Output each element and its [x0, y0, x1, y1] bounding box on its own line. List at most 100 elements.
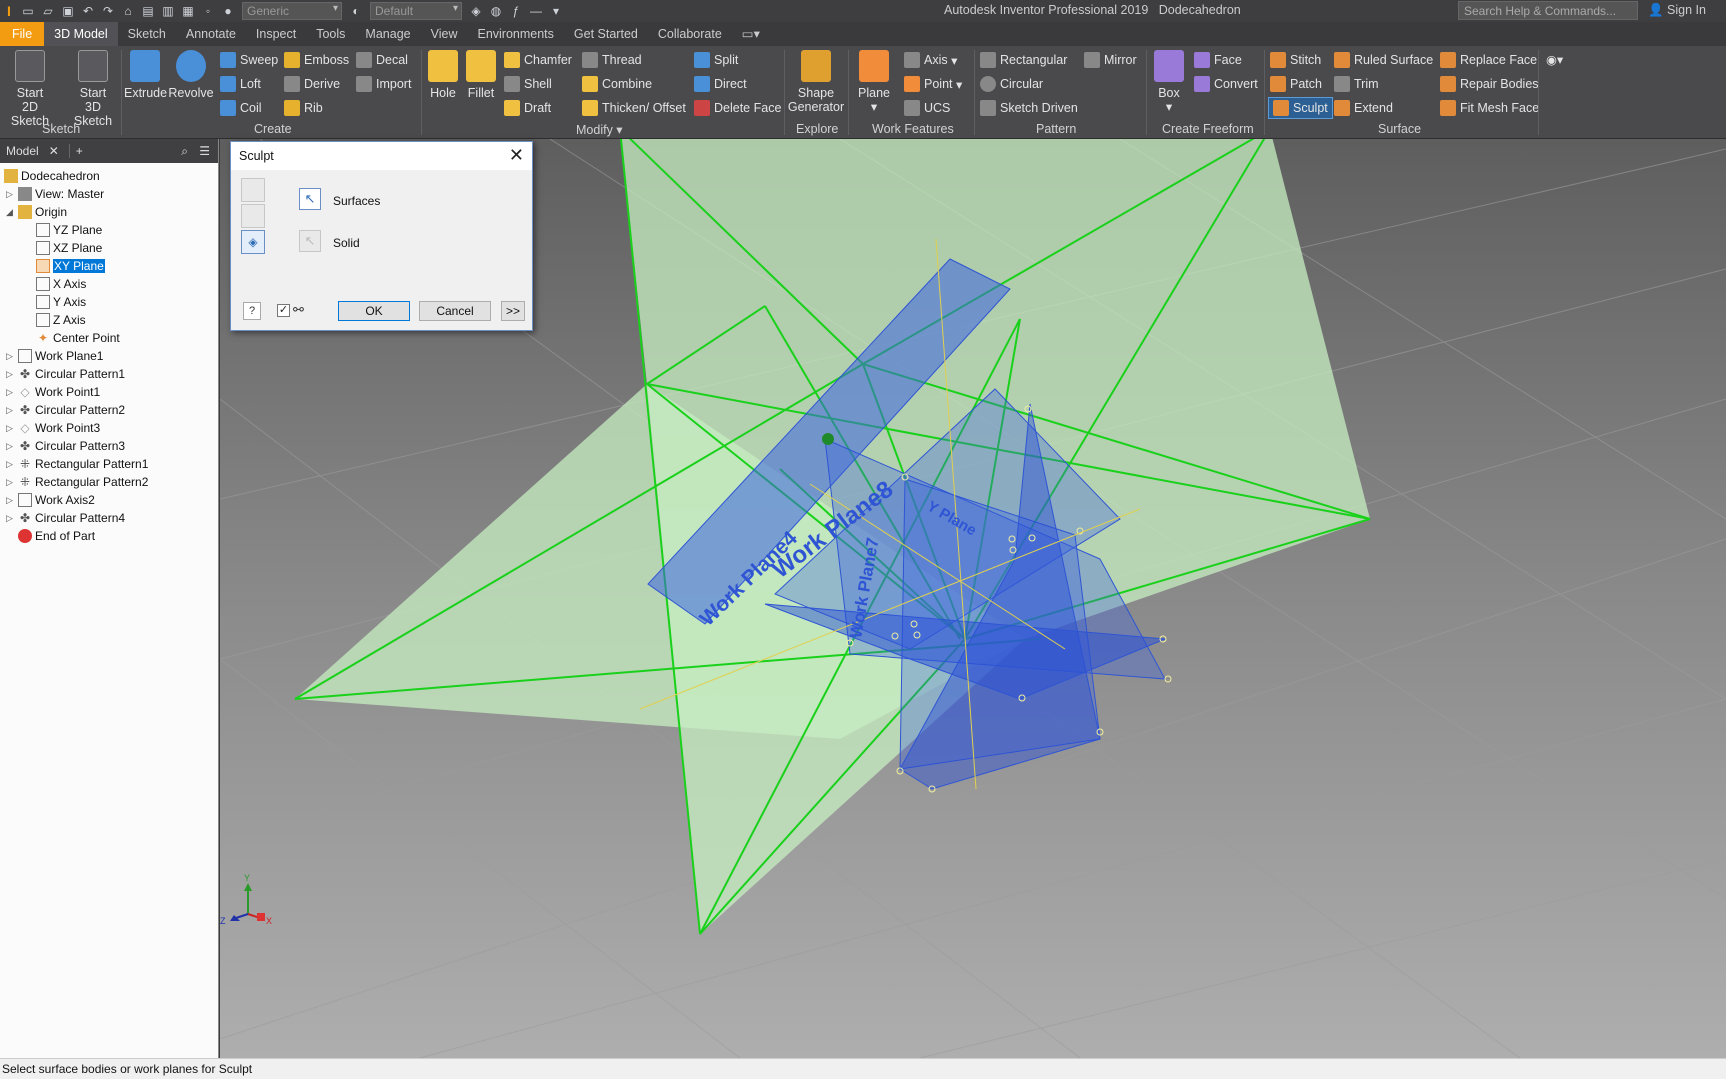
start-3d-sketch-button[interactable]: Start 3D Sketch — [68, 50, 118, 128]
ruled-surface-button[interactable]: Ruled Surface — [1334, 52, 1433, 68]
expand-icon[interactable]: ▷ — [6, 369, 13, 380]
expand-icon[interactable]: ▷ — [6, 477, 13, 488]
tree-item-circular-pattern1[interactable]: ✤ Circular Pattern1 — [18, 365, 125, 383]
fx-icon[interactable]: ƒ — [509, 4, 523, 18]
add-tab-icon[interactable]: + — [68, 144, 89, 158]
collapse-icon[interactable]: ◢ — [6, 207, 13, 218]
tab-environments[interactable]: Environments — [467, 22, 563, 46]
tree-item-end-of-part[interactable]: End of Part — [18, 527, 95, 545]
point-button[interactable]: Point ▾ — [904, 76, 962, 92]
help-icon[interactable]: ? — [243, 302, 261, 320]
print-icon[interactable]: ▥ — [161, 4, 175, 18]
extend-button[interactable]: Extend — [1334, 100, 1393, 116]
tree-item-circular-pattern2[interactable]: ✤ Circular Pattern2 — [18, 401, 125, 419]
preview-checkbox[interactable]: ✓ — [277, 304, 290, 317]
surfaces-mode-button[interactable]: ↖ — [299, 188, 321, 210]
work-plane-select-icon[interactable]: ◈ — [241, 230, 265, 254]
ok-button[interactable]: OK — [338, 301, 410, 321]
convert-button[interactable]: Convert — [1194, 76, 1258, 92]
sculpt-button[interactable]: Sculpt — [1268, 97, 1333, 119]
tab-inspect[interactable]: Inspect — [246, 22, 306, 46]
tree-item-work-point1[interactable]: ◇ Work Point1 — [18, 383, 100, 401]
draft-button[interactable]: Draft — [504, 100, 551, 116]
expand-icon[interactable]: ▷ — [6, 189, 13, 200]
adjust-icon[interactable]: ◈ — [469, 4, 483, 18]
inventor-logo-icon[interactable]: I — [0, 0, 18, 22]
menu-icon[interactable]: ☰ — [199, 144, 210, 158]
save-icon[interactable]: ▣ — [61, 4, 75, 18]
expand-icon[interactable]: ▷ — [6, 513, 13, 524]
solid-mode-button[interactable]: ↖ — [299, 230, 321, 252]
revolve-button[interactable]: Revolve — [168, 50, 214, 100]
new-file-icon[interactable]: ▭ — [21, 4, 35, 18]
tree-item-circular-pattern3[interactable]: ✤ Circular Pattern3 — [18, 437, 125, 455]
shape-generator-button[interactable]: Shape Generator — [786, 50, 846, 114]
tree-item-view-master[interactable]: View: Master — [18, 185, 104, 203]
emboss-button[interactable]: Emboss — [284, 52, 349, 68]
redo-icon[interactable]: ↷ — [101, 4, 115, 18]
search-icon[interactable]: ⌕ — [181, 144, 188, 159]
ucs-button[interactable]: UCS — [904, 100, 950, 116]
tab-get-started[interactable]: Get Started — [564, 22, 648, 46]
tree-item-yz-plane[interactable]: YZ Plane — [36, 221, 102, 239]
line-icon[interactable]: — — [529, 4, 543, 18]
trim-button[interactable]: Trim — [1334, 76, 1379, 92]
coil-button[interactable]: Coil — [220, 100, 262, 116]
plane-button[interactable]: Plane ▾ — [852, 50, 896, 114]
stitch-button[interactable]: Stitch — [1270, 52, 1321, 68]
circular-pattern-button[interactable]: Circular — [980, 76, 1043, 92]
tree-item-z-axis[interactable]: Z Axis — [36, 311, 86, 329]
tree-item-rectangular-pattern2[interactable]: ⁜ Rectangular Pattern2 — [18, 473, 148, 491]
tree-item-dodecahedron[interactable]: Dodecahedron — [4, 167, 100, 185]
home-icon[interactable]: ⌂ — [121, 4, 135, 18]
tab-file[interactable]: File — [0, 22, 45, 46]
expand-icon[interactable]: ▷ — [6, 405, 13, 416]
tab-3d-model[interactable]: 3D Model — [44, 22, 118, 46]
tree-item-center-point[interactable]: ✦ Center Point — [36, 329, 120, 347]
open-file-icon[interactable]: ▱ — [41, 4, 55, 18]
replace-face-button[interactable]: Replace Face — [1440, 52, 1537, 68]
tab-sketch[interactable]: Sketch — [118, 22, 176, 46]
chamfer-button[interactable]: Chamfer — [504, 52, 572, 68]
thread-button[interactable]: Thread — [582, 52, 642, 68]
tab-tools[interactable]: Tools — [306, 22, 355, 46]
hole-button[interactable]: Hole — [424, 50, 462, 100]
more-options-button[interactable]: >> — [501, 301, 525, 321]
shell-button[interactable]: Shell — [504, 76, 552, 92]
close-icon[interactable]: ✕ — [509, 145, 524, 166]
expand-icon[interactable]: ▷ — [6, 351, 13, 362]
surface-select-icon[interactable] — [241, 178, 265, 202]
appearance-combo[interactable]: Default — [370, 2, 462, 20]
split-button[interactable]: Split — [694, 52, 738, 68]
axis-button[interactable]: Axis ▾ — [904, 52, 957, 68]
fit-mesh-face-button[interactable]: Fit Mesh Face — [1440, 100, 1539, 116]
close-tab-icon[interactable]: ✕ — [45, 144, 63, 158]
cancel-button[interactable]: Cancel — [419, 301, 491, 321]
undo-icon[interactable]: ↶ — [81, 4, 95, 18]
extrude-button[interactable]: Extrude — [124, 50, 167, 100]
tree-item-circular-pattern4[interactable]: ✤ Circular Pattern4 — [18, 509, 125, 527]
clear-icon[interactable]: ◍ — [489, 4, 503, 18]
tree-item-work-axis2[interactable]: Work Axis2 — [18, 491, 95, 509]
fillet-button[interactable]: Fillet — [462, 50, 500, 100]
tree-item-y-axis[interactable]: Y Axis — [36, 293, 86, 311]
delete-face-button[interactable]: Delete Face — [694, 100, 781, 116]
import-button[interactable]: Import — [356, 76, 411, 92]
expand-icon[interactable]: ▷ — [6, 423, 13, 434]
body-select-icon[interactable] — [241, 204, 265, 228]
expand-icon[interactable]: ▷ — [6, 387, 13, 398]
color-icon[interactable]: ● — [221, 4, 235, 18]
derive-button[interactable]: Derive — [284, 76, 340, 92]
select-icon[interactable]: ▦ — [181, 4, 195, 18]
tree-item-xy-plane[interactable]: XY Plane — [36, 257, 105, 275]
tree-item-rectangular-pattern1[interactable]: ⁜ Rectangular Pattern1 — [18, 455, 148, 473]
tab-annotate[interactable]: Annotate — [176, 22, 246, 46]
expand-icon[interactable]: ▷ — [6, 495, 13, 506]
sweep-button[interactable]: Sweep — [220, 52, 278, 68]
loft-button[interactable]: Loft — [220, 76, 261, 92]
tree-item-work-point3[interactable]: ◇ Work Point3 — [18, 419, 100, 437]
tree-item-origin[interactable]: Origin — [18, 203, 67, 221]
tab-manage[interactable]: Manage — [355, 22, 420, 46]
ribbon-more-dropdown[interactable]: ◉▾ — [1546, 52, 1563, 67]
expand-icon[interactable]: ▷ — [6, 459, 13, 470]
